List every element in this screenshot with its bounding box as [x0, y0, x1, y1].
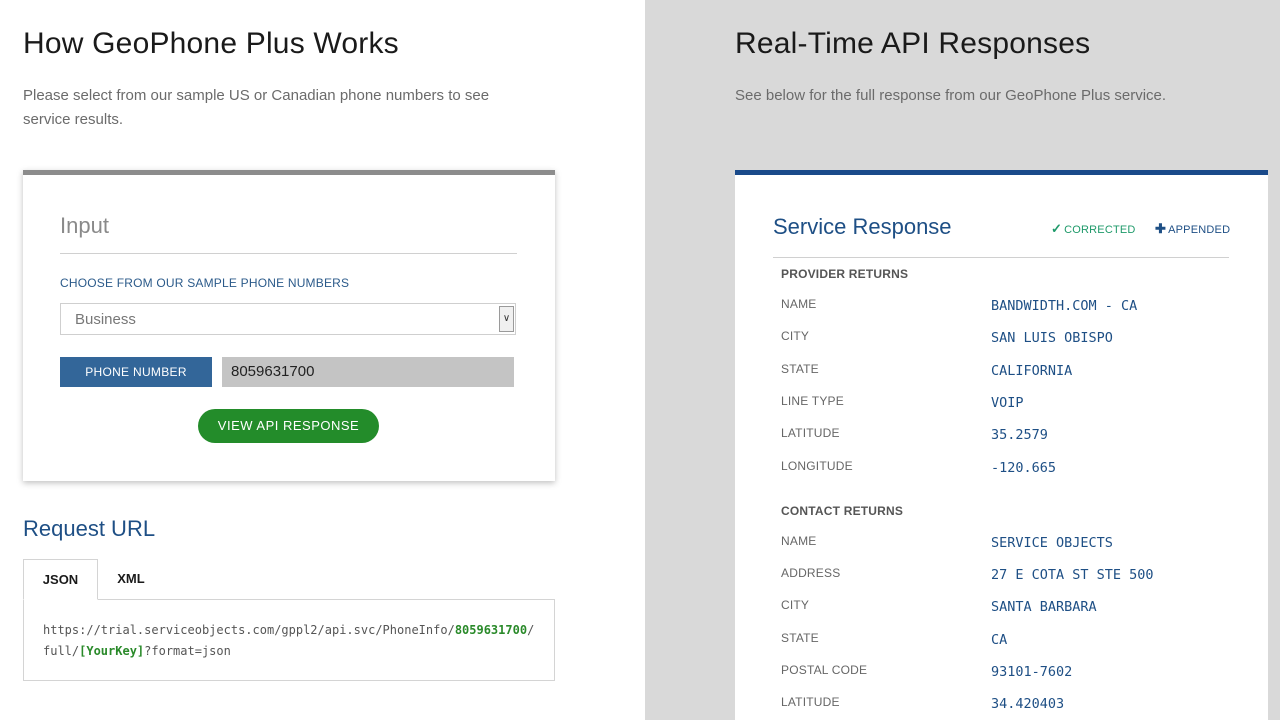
phone-number-button[interactable]: PHONE NUMBER	[60, 357, 212, 387]
field-value: 93101-7602	[991, 664, 1073, 680]
field-label: CITY	[781, 329, 810, 343]
field-value: CA	[991, 632, 1008, 648]
service-response-title: Service Response	[773, 214, 952, 239]
field-value: CALIFORNIA	[991, 363, 1073, 379]
field-label: ADDRESS	[781, 566, 841, 580]
url-phone: 8059631700	[454, 623, 528, 637]
view-api-response-button[interactable]: VIEW API RESPONSE	[198, 409, 379, 443]
url-prefix: https://trial.serviceobjects.com/gppl2/a…	[43, 623, 455, 637]
plus-icon: ✚	[1155, 221, 1167, 236]
field-value: -120.665	[991, 460, 1057, 476]
request-url-title: Request URL	[23, 516, 156, 541]
field-value: SANTA BARBARA	[991, 599, 1097, 615]
field-label: NAME	[781, 534, 817, 548]
input-card: Input CHOOSE FROM OUR SAMPLE PHONE NUMBE…	[23, 170, 555, 481]
tab-json[interactable]: JSON	[23, 559, 98, 600]
left-panel: How GeoPhone Plus Works Please select fr…	[0, 0, 645, 720]
input-card-title: Input	[60, 213, 109, 238]
responses-title: Real-Time API Responses	[735, 27, 1091, 60]
field-label: LINE TYPE	[781, 394, 844, 408]
appended-label: APPENDED	[1168, 224, 1231, 236]
check-icon: ✓	[1051, 221, 1063, 236]
field-value: SERVICE OBJECTS	[991, 535, 1113, 551]
provider-returns-heading: PROVIDER RETURNS	[781, 267, 909, 281]
field-label: CITY	[781, 598, 810, 612]
request-url-code: https://trial.serviceobjects.com/gppl2/a…	[23, 599, 555, 681]
url-suffix: ?format=json	[144, 644, 231, 658]
appended-badge: ✚ APPENDED	[1155, 221, 1230, 237]
field-label: STATE	[781, 362, 819, 376]
page-title: How GeoPhone Plus Works	[23, 27, 399, 60]
corrected-label: CORRECTED	[1064, 224, 1136, 236]
field-value: BANDWIDTH.COM - CA	[991, 298, 1138, 314]
divider	[60, 253, 517, 254]
sample-number-select[interactable]: Business ∨	[60, 303, 516, 335]
field-value: 27 E COTA ST STE 500	[991, 567, 1154, 583]
corrected-badge: ✓ CORRECTED	[1051, 221, 1136, 237]
subtitle-line-2: service results.	[23, 111, 124, 128]
field-label: NAME	[781, 297, 817, 311]
field-value: 35.2579	[991, 427, 1048, 443]
field-label: LATITUDE	[781, 695, 840, 709]
field-label: LONGITUDE	[781, 459, 853, 473]
field-label: POSTAL CODE	[781, 663, 868, 677]
page-subtitle: Please select from our sample US or Cana…	[23, 84, 489, 132]
service-response-card: Service Response ✓ CORRECTED ✚ APPENDED PR…	[735, 170, 1268, 720]
chevron-down-icon[interactable]: ∨	[499, 306, 514, 332]
divider	[773, 257, 1229, 258]
subtitle-line-1: Please select from our sample US or Cana…	[23, 87, 490, 104]
choose-label: CHOOSE FROM OUR SAMPLE PHONE NUMBERS	[60, 276, 350, 290]
field-value: 34.420403	[991, 696, 1065, 712]
tab-xml[interactable]: XML	[98, 559, 164, 600]
field-value: SAN LUIS OBISPO	[991, 330, 1113, 346]
select-value: Business	[75, 311, 136, 328]
field-label: STATE	[781, 631, 819, 645]
phone-number-input[interactable]: 8059631700	[222, 357, 514, 387]
field-label: LATITUDE	[781, 426, 840, 440]
contact-returns-heading: CONTACT RETURNS	[781, 504, 904, 518]
field-value: VOIP	[991, 395, 1024, 411]
responses-subtitle: See below for the full response from our…	[735, 87, 1167, 104]
url-key: [YourKey]	[79, 644, 145, 658]
